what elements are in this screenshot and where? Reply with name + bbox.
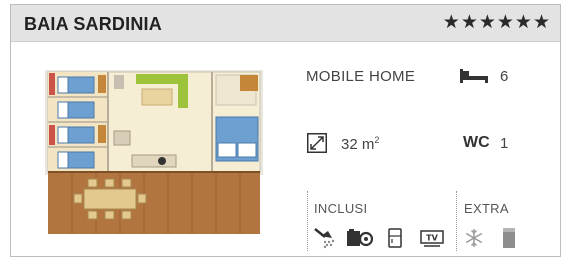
beds-count: 6: [500, 68, 509, 85]
bed-icon: [460, 69, 488, 83]
bedding-icon: [503, 228, 515, 248]
area-number: 32 m: [341, 136, 375, 153]
wc-count: 1: [500, 135, 509, 152]
tv-icon: TV: [420, 230, 444, 247]
included-divider: [307, 191, 308, 251]
fridge-icon: [388, 228, 402, 248]
card-header: BAIA SARDINIA ★★★★★★: [11, 5, 560, 42]
air-conditioning-icon: [465, 229, 483, 247]
wc-label: WC: [463, 134, 490, 151]
area-icon: [307, 133, 327, 153]
location-title: BAIA SARDINIA: [24, 14, 162, 34]
shower-icon: [314, 228, 335, 249]
extra-divider: [456, 191, 457, 251]
svg-text:TV: TV: [426, 234, 438, 243]
floor-plan-image: [45, 70, 263, 234]
included-label: INCLUSI: [314, 201, 368, 216]
gas-stove-icon: [347, 229, 373, 247]
star-rating: ★★★★★★: [442, 11, 551, 33]
area-unit-exponent: 2: [374, 135, 380, 145]
accommodation-card: BAIA SARDINIA ★★★★★★ MOBILE HOME 6 32 m2…: [10, 4, 561, 257]
extra-label: EXTRA: [464, 201, 509, 216]
accommodation-type: MOBILE HOME: [306, 68, 416, 85]
area-value: 32 m2: [341, 135, 379, 153]
